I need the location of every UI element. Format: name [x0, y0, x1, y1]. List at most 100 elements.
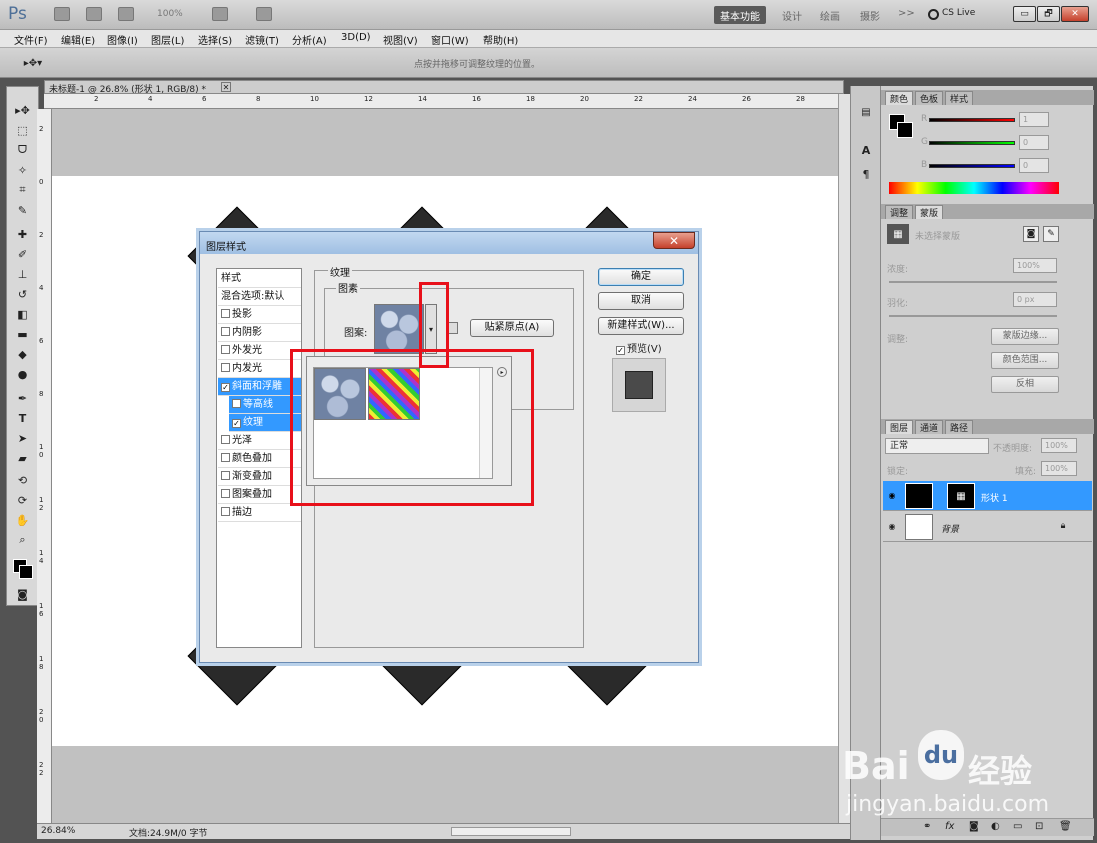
character-panel-icon[interactable]: A — [857, 142, 875, 158]
style-item[interactable]: 图案叠加 — [218, 486, 301, 504]
style-checkbox[interactable] — [232, 399, 241, 408]
feather-value[interactable]: 0 px — [1013, 292, 1057, 307]
style-checkbox[interactable] — [221, 327, 230, 336]
menu-analysis[interactable]: 分析(A) — [292, 32, 327, 47]
menu-3d[interactable]: 3D(D) — [341, 32, 371, 43]
blend-mode-select[interactable]: 正常 — [885, 438, 989, 454]
add-mask-icon[interactable]: ◙ — [969, 821, 979, 832]
trash-icon[interactable]: 🗑︎ — [1059, 821, 1072, 832]
move-tool-preset-icon[interactable]: ▸✥▾ — [20, 56, 46, 70]
history-panel-icon[interactable]: ▤ — [857, 104, 875, 120]
workspace-photography[interactable]: 摄影 — [854, 6, 886, 24]
mini-bridge-icon[interactable] — [86, 7, 102, 21]
dodge-tool-icon[interactable]: ● — [9, 365, 36, 383]
color-spectrum-bar[interactable] — [889, 182, 1059, 194]
style-item[interactable]: 混合选项:默认 — [218, 288, 301, 306]
layer-row-background[interactable]: ◉ 背景 🔒︎ — [883, 512, 1092, 542]
red-value[interactable]: 1 — [1019, 112, 1049, 127]
gradient-tool-icon[interactable]: ▬ — [9, 325, 36, 343]
workspace-more[interactable]: >> — [892, 6, 921, 24]
blue-value[interactable]: 0 — [1019, 158, 1049, 173]
style-item[interactable]: 渐变叠加 — [218, 468, 301, 486]
style-item[interactable]: ✓ 斜面和浮雕 — [218, 378, 301, 396]
green-slider[interactable] — [929, 141, 1015, 145]
menu-select[interactable]: 选择(S) — [198, 32, 232, 47]
fill-value[interactable]: 100% — [1041, 461, 1077, 476]
tab-paths[interactable]: 路径 — [945, 420, 974, 434]
tab-color[interactable]: 颜色 — [885, 91, 914, 105]
menu-filter[interactable]: 滤镜(T) — [245, 32, 279, 47]
style-item[interactable]: 光泽 — [218, 432, 301, 450]
hand-tool-icon[interactable]: ✋ — [9, 511, 36, 529]
crop-tool-icon[interactable]: ⌗ — [9, 181, 36, 199]
fx-icon[interactable]: fx — [945, 821, 954, 832]
close-button[interactable]: ✕ — [1061, 6, 1089, 22]
blue-slider[interactable] — [929, 164, 1015, 168]
tab-channels[interactable]: 通道 — [915, 420, 944, 434]
visibility-eye-icon[interactable]: ◉ — [887, 490, 897, 500]
style-checkbox[interactable]: ✓ — [232, 419, 241, 428]
quick-mask-icon[interactable]: ◙ — [9, 585, 36, 603]
link-layers-icon[interactable]: ⚭ — [923, 821, 931, 832]
tab-swatches[interactable]: 色板 — [915, 91, 944, 105]
new-layer-icon[interactable]: ⊡ — [1035, 821, 1043, 832]
type-tool-icon[interactable]: T — [9, 409, 36, 427]
zoom-tool-icon[interactable]: ⌕ — [9, 531, 36, 549]
green-value[interactable]: 0 — [1019, 135, 1049, 150]
invert-button[interactable]: 反相 — [991, 376, 1059, 393]
style-checkbox[interactable] — [221, 435, 230, 444]
style-item[interactable]: 内发光 — [218, 360, 301, 378]
view-extras-icon[interactable] — [118, 7, 134, 21]
preview-checkbox[interactable]: ✓ 预览(V) — [616, 340, 662, 355]
snap-to-origin-button[interactable]: 贴紧原点(A) — [470, 319, 554, 337]
feather-slider[interactable] — [889, 315, 1057, 317]
dialog-title-bar[interactable]: 图层样式 ✕ — [200, 232, 698, 254]
vertical-scrollbar[interactable] — [838, 94, 850, 823]
style-item[interactable]: 投影 — [218, 306, 301, 324]
menu-edit[interactable]: 编辑(E) — [61, 32, 95, 47]
restore-button[interactable]: 🗗 — [1037, 6, 1060, 22]
style-checkbox[interactable]: ✓ — [221, 383, 230, 392]
dialog-close-button[interactable]: ✕ — [653, 232, 695, 249]
density-value[interactable]: 100% — [1013, 258, 1057, 273]
path-selection-tool-icon[interactable]: ➤ — [9, 429, 36, 447]
menu-file[interactable]: 文件(F) — [14, 32, 48, 47]
style-item[interactable]: 外发光 — [218, 342, 301, 360]
3d-camera-tool-icon[interactable]: ⟳ — [9, 491, 36, 509]
menu-help[interactable]: 帮助(H) — [483, 32, 518, 47]
3d-rotate-tool-icon[interactable]: ⟲ — [9, 471, 36, 489]
style-item[interactable]: 样式 — [218, 270, 301, 288]
magic-wand-tool-icon[interactable]: ✧ — [9, 161, 36, 179]
style-checkbox[interactable] — [221, 489, 230, 498]
density-slider[interactable] — [889, 281, 1057, 283]
color-range-button[interactable]: 颜色范围... — [991, 352, 1059, 369]
background-color[interactable] — [897, 122, 913, 138]
shape-tool-icon[interactable]: ▰ — [9, 449, 36, 467]
brush-tool-icon[interactable]: ✐ — [9, 245, 36, 263]
workspace-essentials[interactable]: 基本功能 — [714, 6, 766, 24]
pixel-mask-icon[interactable]: ◙ — [1023, 226, 1039, 242]
red-slider[interactable] — [929, 118, 1015, 122]
workspace-design[interactable]: 设计 — [776, 6, 808, 24]
menu-window[interactable]: 窗口(W) — [431, 32, 469, 47]
style-checkbox[interactable] — [221, 363, 230, 372]
style-item[interactable]: 描边 — [218, 504, 301, 522]
document-close-icon[interactable]: ✕ — [221, 82, 231, 92]
pen-tool-icon[interactable]: ✒ — [9, 389, 36, 407]
eraser-tool-icon[interactable]: ◧ — [9, 305, 36, 323]
style-item[interactable]: 颜色叠加 — [218, 450, 301, 468]
paragraph-panel-icon[interactable]: ¶ — [857, 166, 875, 182]
cancel-button[interactable]: 取消 — [598, 292, 684, 310]
menu-view[interactable]: 视图(V) — [383, 32, 418, 47]
zoom-level-select[interactable]: 100% — [157, 9, 183, 19]
minimize-button[interactable]: ▭ — [1013, 6, 1036, 22]
move-tool-icon[interactable]: ▸✥ — [9, 101, 36, 119]
history-brush-tool-icon[interactable]: ↺ — [9, 285, 36, 303]
cs-live-menu[interactable]: CS Live — [942, 8, 975, 18]
arrange-documents-icon[interactable] — [212, 7, 228, 21]
ok-button[interactable]: 确定 — [598, 268, 684, 286]
tab-layers[interactable]: 图层 — [885, 420, 914, 434]
screen-mode-icon[interactable] — [256, 7, 272, 21]
lasso-tool-icon[interactable]: ᗜ — [9, 141, 36, 159]
marquee-tool-icon[interactable]: ⬚ — [9, 121, 36, 139]
